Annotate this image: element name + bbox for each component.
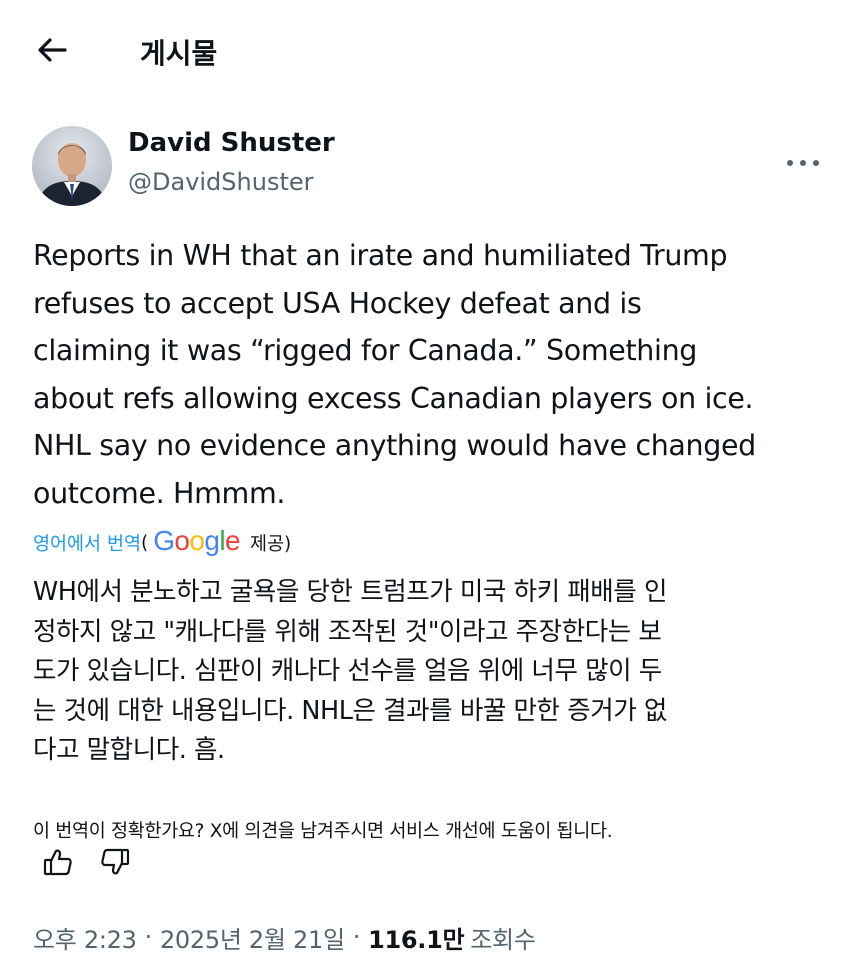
- arrow-left-icon: [37, 37, 67, 67]
- thumbs-down-button[interactable]: [97, 848, 133, 880]
- more-horizontal-icon: [786, 152, 820, 171]
- author-display-name[interactable]: David Shuster: [128, 128, 335, 158]
- author-row: David Shuster @DavidShuster: [32, 126, 822, 206]
- tweet-line: claiming it was “rigged for Canada.” Som…: [33, 334, 698, 367]
- tweet-line: refuses to accept USA Hockey defeat and …: [33, 286, 642, 320]
- google-letter: e: [225, 525, 241, 556]
- google-letter: o: [189, 525, 205, 556]
- google-letter: o: [174, 525, 190, 556]
- google-logo: Google: [153, 525, 240, 557]
- google-letter: g: [204, 525, 220, 556]
- separator: ·: [144, 923, 153, 951]
- thumbs-up-icon: [43, 848, 73, 880]
- translated-text: WH에서 분노하고 굴욕을 당한 트럼프가 미국 하키 패배를 인 정하지 않고…: [33, 573, 823, 771]
- back-button[interactable]: [30, 30, 74, 74]
- author-handle[interactable]: @DavidShuster: [128, 168, 314, 196]
- translated-line: 다고 말합니다. 흠.: [33, 735, 225, 765]
- google-letter: G: [153, 525, 175, 556]
- thumbs-down-icon: [100, 848, 130, 880]
- translated-line: 도가 있습니다. 심판이 캐나다 선수를 얼음 위에 너무 많이 두: [33, 656, 662, 686]
- translated-from-english-link[interactable]: 영어에서 번역: [33, 530, 141, 556]
- views-label: 조회수: [470, 925, 536, 954]
- page-title: 게시물: [140, 37, 218, 70]
- provided-label: 제공): [249, 534, 292, 555]
- top-bar: 게시물: [0, 0, 850, 100]
- translation-attribution: 영어에서 번역 ( Google 제공): [33, 525, 292, 560]
- tweet-line: outcome. Hmmm.: [33, 476, 286, 510]
- tweet-line: about refs allowing excess Canadian play…: [33, 381, 754, 415]
- tweet-line: NHL say no evidence anything would have …: [33, 429, 756, 462]
- translated-line: 는 것에 대한 내용입니다. NHL은 결과를 바꿀 만한 증거가 없: [33, 695, 667, 726]
- tweet-line: Reports in WH that an irate and humiliat…: [33, 239, 728, 272]
- tweet-time[interactable]: 오후 2:23: [33, 920, 137, 955]
- avatar[interactable]: [32, 126, 112, 206]
- open-paren: (: [141, 532, 149, 554]
- more-options-button[interactable]: [780, 146, 826, 176]
- separator: ·: [352, 923, 361, 951]
- views-count[interactable]: 116.1만: [368, 920, 465, 955]
- tweet-text: Reports in WH that an irate and humiliat…: [33, 232, 833, 517]
- translation-feedback-question: 이 번역이 정확한가요? X에 의견을 남겨주시면 서비스 개선에 도움이 됩니…: [33, 821, 613, 842]
- translated-line: 정하지 않고 "캐나다를 위해 조작된 것"이라고 주장한다는 보: [33, 616, 662, 647]
- translated-line: WH에서 분노하고 굴욕을 당한 트럼프가 미국 하키 패배를 인: [33, 577, 667, 607]
- tweet-date[interactable]: 2025년 2월 21일: [160, 920, 345, 955]
- thumbs-up-button[interactable]: [40, 848, 76, 880]
- tweet-meta: 오후 2:23 · 2025년 2월 21일 · 116.1만 조회수: [33, 917, 536, 957]
